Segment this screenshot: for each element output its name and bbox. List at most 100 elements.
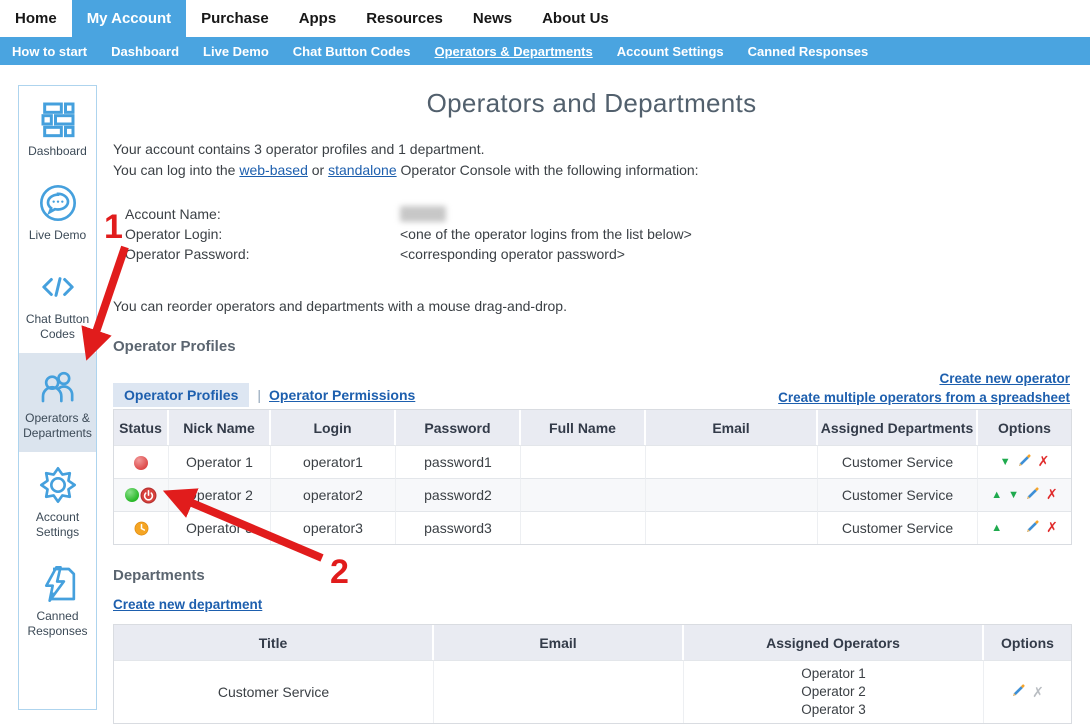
col-login: Login xyxy=(271,410,396,445)
edit-icon[interactable] xyxy=(1025,486,1040,504)
intro-line-2: You can log into the web-based or standa… xyxy=(113,160,1070,181)
options-cell: ▲ ▼ ✗ xyxy=(978,478,1071,511)
tab-operator-permissions[interactable]: Operator Permissions xyxy=(269,387,415,403)
delete-icon[interactable]: ✗ xyxy=(1046,487,1058,503)
edit-icon[interactable] xyxy=(1017,453,1032,471)
col-assigned-operators: Assigned Operators xyxy=(684,625,984,660)
subnav-operators-departments[interactable]: Operators & Departments xyxy=(423,44,605,59)
nav-item-home[interactable]: Home xyxy=(0,0,72,37)
operator-login-value: <one of the operator logins from the lis… xyxy=(400,226,692,242)
chat-bubble-icon xyxy=(38,183,78,223)
subnav-how-to-start[interactable]: How to start xyxy=(0,44,99,59)
email-cell xyxy=(646,478,818,511)
create-new-department-link[interactable]: Create new department xyxy=(113,597,262,612)
sidebar-item-operators-departments[interactable]: Operators & Departments xyxy=(19,353,96,452)
departments-heading: Departments xyxy=(113,567,1070,584)
nick-name-cell: Operator 3 xyxy=(169,511,271,544)
email-cell xyxy=(646,445,818,478)
table-row: Operator 3 operator3 password3 Customer … xyxy=(114,511,1071,544)
move-up-icon[interactable]: ▲ xyxy=(991,523,1002,534)
delete-disabled-icon: ✗ xyxy=(1032,684,1044,701)
full-name-cell xyxy=(521,511,646,544)
sidebar-item-chat-button-codes[interactable]: Chat Button Codes xyxy=(19,254,96,353)
power-button-icon[interactable] xyxy=(140,487,157,504)
account-name-label: Account Name: xyxy=(113,206,400,222)
assigned-operators-cell: Operator 1 Operator 2 Operator 3 xyxy=(684,660,984,723)
options-cell: ✗ xyxy=(984,660,1071,723)
nav-item-news[interactable]: News xyxy=(458,0,527,37)
page-title: Operators and Departments xyxy=(113,88,1070,119)
nav-item-about-us[interactable]: About Us xyxy=(527,0,624,37)
sidebar-item-live-demo[interactable]: Live Demo xyxy=(19,170,96,254)
department-title-cell: Customer Service xyxy=(114,660,434,723)
assigned-departments-cell: Customer Service xyxy=(818,511,978,544)
sidebar-label: Operators & Departments xyxy=(22,411,93,441)
create-new-operator-link[interactable]: Create new operator xyxy=(778,369,1070,388)
move-down-icon[interactable]: ▼ xyxy=(1000,457,1011,468)
sidebar-label: Live Demo xyxy=(22,228,93,243)
nav-item-resources[interactable]: Resources xyxy=(351,0,458,37)
main-content: Operators and Departments Your account c… xyxy=(113,88,1070,724)
login-cell: operator1 xyxy=(271,445,396,478)
options-cell: ▼✗ xyxy=(978,445,1071,478)
standalone-link[interactable]: standalone xyxy=(328,162,397,178)
nav-item-my-account[interactable]: My Account xyxy=(72,0,186,37)
departments-table: Title Email Assigned Operators Options C… xyxy=(113,624,1072,724)
move-up-icon[interactable]: ▲ xyxy=(991,490,1002,501)
subnav-dashboard[interactable]: Dashboard xyxy=(99,44,191,59)
tab-operator-profiles[interactable]: Operator Profiles xyxy=(113,383,249,407)
table-row: Operator 2 operator2 password2 Customer … xyxy=(114,478,1071,511)
move-down-icon[interactable]: ▼ xyxy=(1008,490,1019,501)
col-password: Password xyxy=(396,410,521,445)
sidebar-label: Canned Responses xyxy=(22,609,93,639)
subnav-canned-responses[interactable]: Canned Responses xyxy=(736,44,881,59)
col-full-name: Full Name xyxy=(521,410,646,445)
people-icon xyxy=(38,366,78,406)
sidebar-item-canned-responses[interactable]: Canned Responses xyxy=(19,551,96,650)
email-cell xyxy=(646,511,818,544)
sidebar-item-dashboard[interactable]: Dashboard xyxy=(19,86,96,170)
operator-login-label: Operator Login: xyxy=(113,226,400,242)
assigned-departments-cell: Customer Service xyxy=(818,478,978,511)
col-options: Options xyxy=(984,625,1071,660)
full-name-cell xyxy=(521,478,646,511)
password-cell: password1 xyxy=(396,445,521,478)
col-options: Options xyxy=(978,410,1071,445)
departments-table-header: Title Email Assigned Operators Options xyxy=(114,625,1071,660)
status-away-icon xyxy=(134,521,149,536)
code-icon xyxy=(38,267,78,307)
operator-table-header: Status Nick Name Login Password Full Nam… xyxy=(114,410,1071,445)
full-name-cell xyxy=(521,445,646,478)
nav-item-purchase[interactable]: Purchase xyxy=(186,0,284,37)
subnav-live-demo[interactable]: Live Demo xyxy=(191,44,281,59)
sidebar-label: Dashboard xyxy=(22,144,93,159)
department-email-cell xyxy=(434,660,684,723)
credentials-block: Account Name: Operator Login: <one of th… xyxy=(113,204,1070,264)
create-multiple-operators-link[interactable]: Create multiple operators from a spreads… xyxy=(778,388,1070,407)
subnav-account-settings[interactable]: Account Settings xyxy=(605,44,736,59)
table-row: Operator 1 operator1 password1 Customer … xyxy=(114,445,1071,478)
login-cell: operator2 xyxy=(271,478,396,511)
dashboard-icon xyxy=(38,99,78,139)
delete-icon[interactable]: ✗ xyxy=(1038,454,1050,470)
nav-item-apps[interactable]: Apps xyxy=(284,0,352,37)
table-row: Customer Service Operator 1 Operator 2 O… xyxy=(114,660,1071,723)
sidebar-label: Account Settings xyxy=(22,510,93,540)
sidebar: Dashboard Live Demo Chat Button Codes Op… xyxy=(18,85,97,710)
edit-icon[interactable] xyxy=(1011,683,1026,701)
password-cell: password3 xyxy=(396,511,521,544)
edit-icon[interactable] xyxy=(1025,519,1040,537)
status-online-icon xyxy=(125,488,139,502)
account-name-value-blurred xyxy=(400,206,446,222)
subnav-chat-button-codes[interactable]: Chat Button Codes xyxy=(281,44,423,59)
col-email: Email xyxy=(646,410,818,445)
delete-icon[interactable]: ✗ xyxy=(1046,520,1058,536)
col-email: Email xyxy=(434,625,684,660)
lightning-document-icon xyxy=(38,564,78,604)
sidebar-item-account-settings[interactable]: Account Settings xyxy=(19,452,96,551)
reorder-note: You can reorder operators and department… xyxy=(113,298,1070,314)
sub-nav: How to start Dashboard Live Demo Chat Bu… xyxy=(0,37,1090,65)
tab-separator: | xyxy=(257,387,261,403)
assigned-departments-cell: Customer Service xyxy=(818,445,978,478)
web-based-link[interactable]: web-based xyxy=(239,162,308,178)
